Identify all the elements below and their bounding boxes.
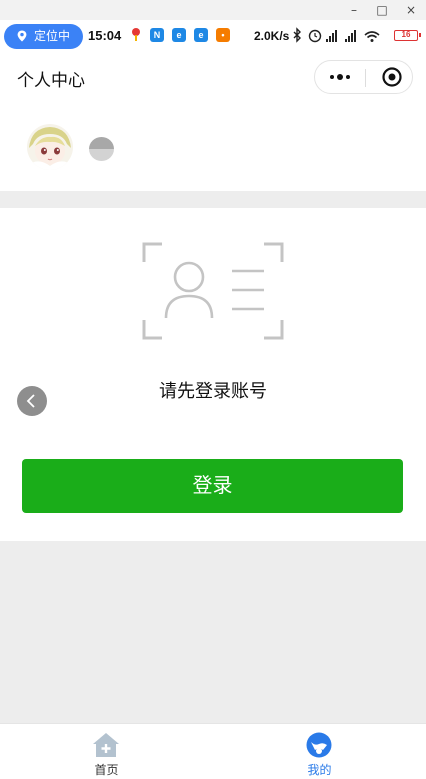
more-dots-icon bbox=[330, 74, 350, 80]
tab-profile[interactable]: 我的 bbox=[213, 724, 426, 779]
n-app-icon: N bbox=[150, 28, 164, 42]
status-bar: 定位中 15:04 N e e • 2.0K/s 16 bbox=[0, 20, 426, 52]
system-icons bbox=[293, 27, 380, 43]
target-circle-icon bbox=[382, 67, 402, 87]
map-pin-icon bbox=[132, 28, 140, 41]
status-time: 15:04 bbox=[88, 28, 122, 43]
miniprogram-capsule bbox=[314, 60, 413, 94]
login-prompt: 请先登录账号 bbox=[159, 381, 267, 401]
user-scan-icon bbox=[142, 242, 284, 340]
nickname-placeholder[interactable] bbox=[89, 137, 114, 161]
tab-profile-label: 我的 bbox=[307, 763, 332, 777]
signal-icon-2 bbox=[345, 30, 356, 42]
tab-home-label: 首页 bbox=[94, 763, 119, 777]
close-window-button[interactable]: × bbox=[403, 2, 419, 18]
login-button[interactable]: 登录 bbox=[22, 459, 403, 513]
exit-button[interactable] bbox=[366, 61, 413, 93]
more-button[interactable] bbox=[315, 61, 365, 93]
avatar[interactable] bbox=[27, 124, 73, 170]
chevron-left-icon bbox=[26, 394, 35, 408]
minimize-button[interactable]: – bbox=[346, 2, 362, 18]
floating-back-button[interactable] bbox=[17, 386, 47, 416]
page-title: 个人中心 bbox=[17, 71, 85, 90]
window-titlebar: – □ × bbox=[0, 0, 426, 20]
profile-icon bbox=[306, 732, 332, 758]
wifi-icon bbox=[364, 31, 380, 39]
signal-icon-1 bbox=[326, 30, 337, 42]
home-icon bbox=[93, 733, 119, 757]
e-app-icon: e bbox=[172, 28, 186, 42]
bluetooth-icon bbox=[293, 27, 301, 43]
orange-app-icon: • bbox=[216, 28, 230, 42]
network-speed: 2.0K/s bbox=[254, 29, 290, 43]
tab-home[interactable]: 首页 bbox=[0, 724, 213, 779]
location-pill[interactable]: 定位中 bbox=[4, 24, 83, 49]
location-label: 定位中 bbox=[34, 29, 71, 43]
battery-indicator: 16 bbox=[394, 30, 421, 41]
e-app-icon-2: e bbox=[194, 28, 208, 42]
profile-card bbox=[0, 102, 426, 191]
maximize-button[interactable]: □ bbox=[374, 2, 390, 18]
tab-bar: 首页 我的 bbox=[0, 723, 426, 779]
location-pin-icon bbox=[17, 30, 27, 42]
anime-avatar-image bbox=[27, 124, 73, 170]
login-panel: 请先登录账号 登录 bbox=[0, 208, 426, 541]
gray-chip-icon bbox=[89, 137, 114, 161]
nav-header: 个人中心 bbox=[0, 52, 426, 102]
